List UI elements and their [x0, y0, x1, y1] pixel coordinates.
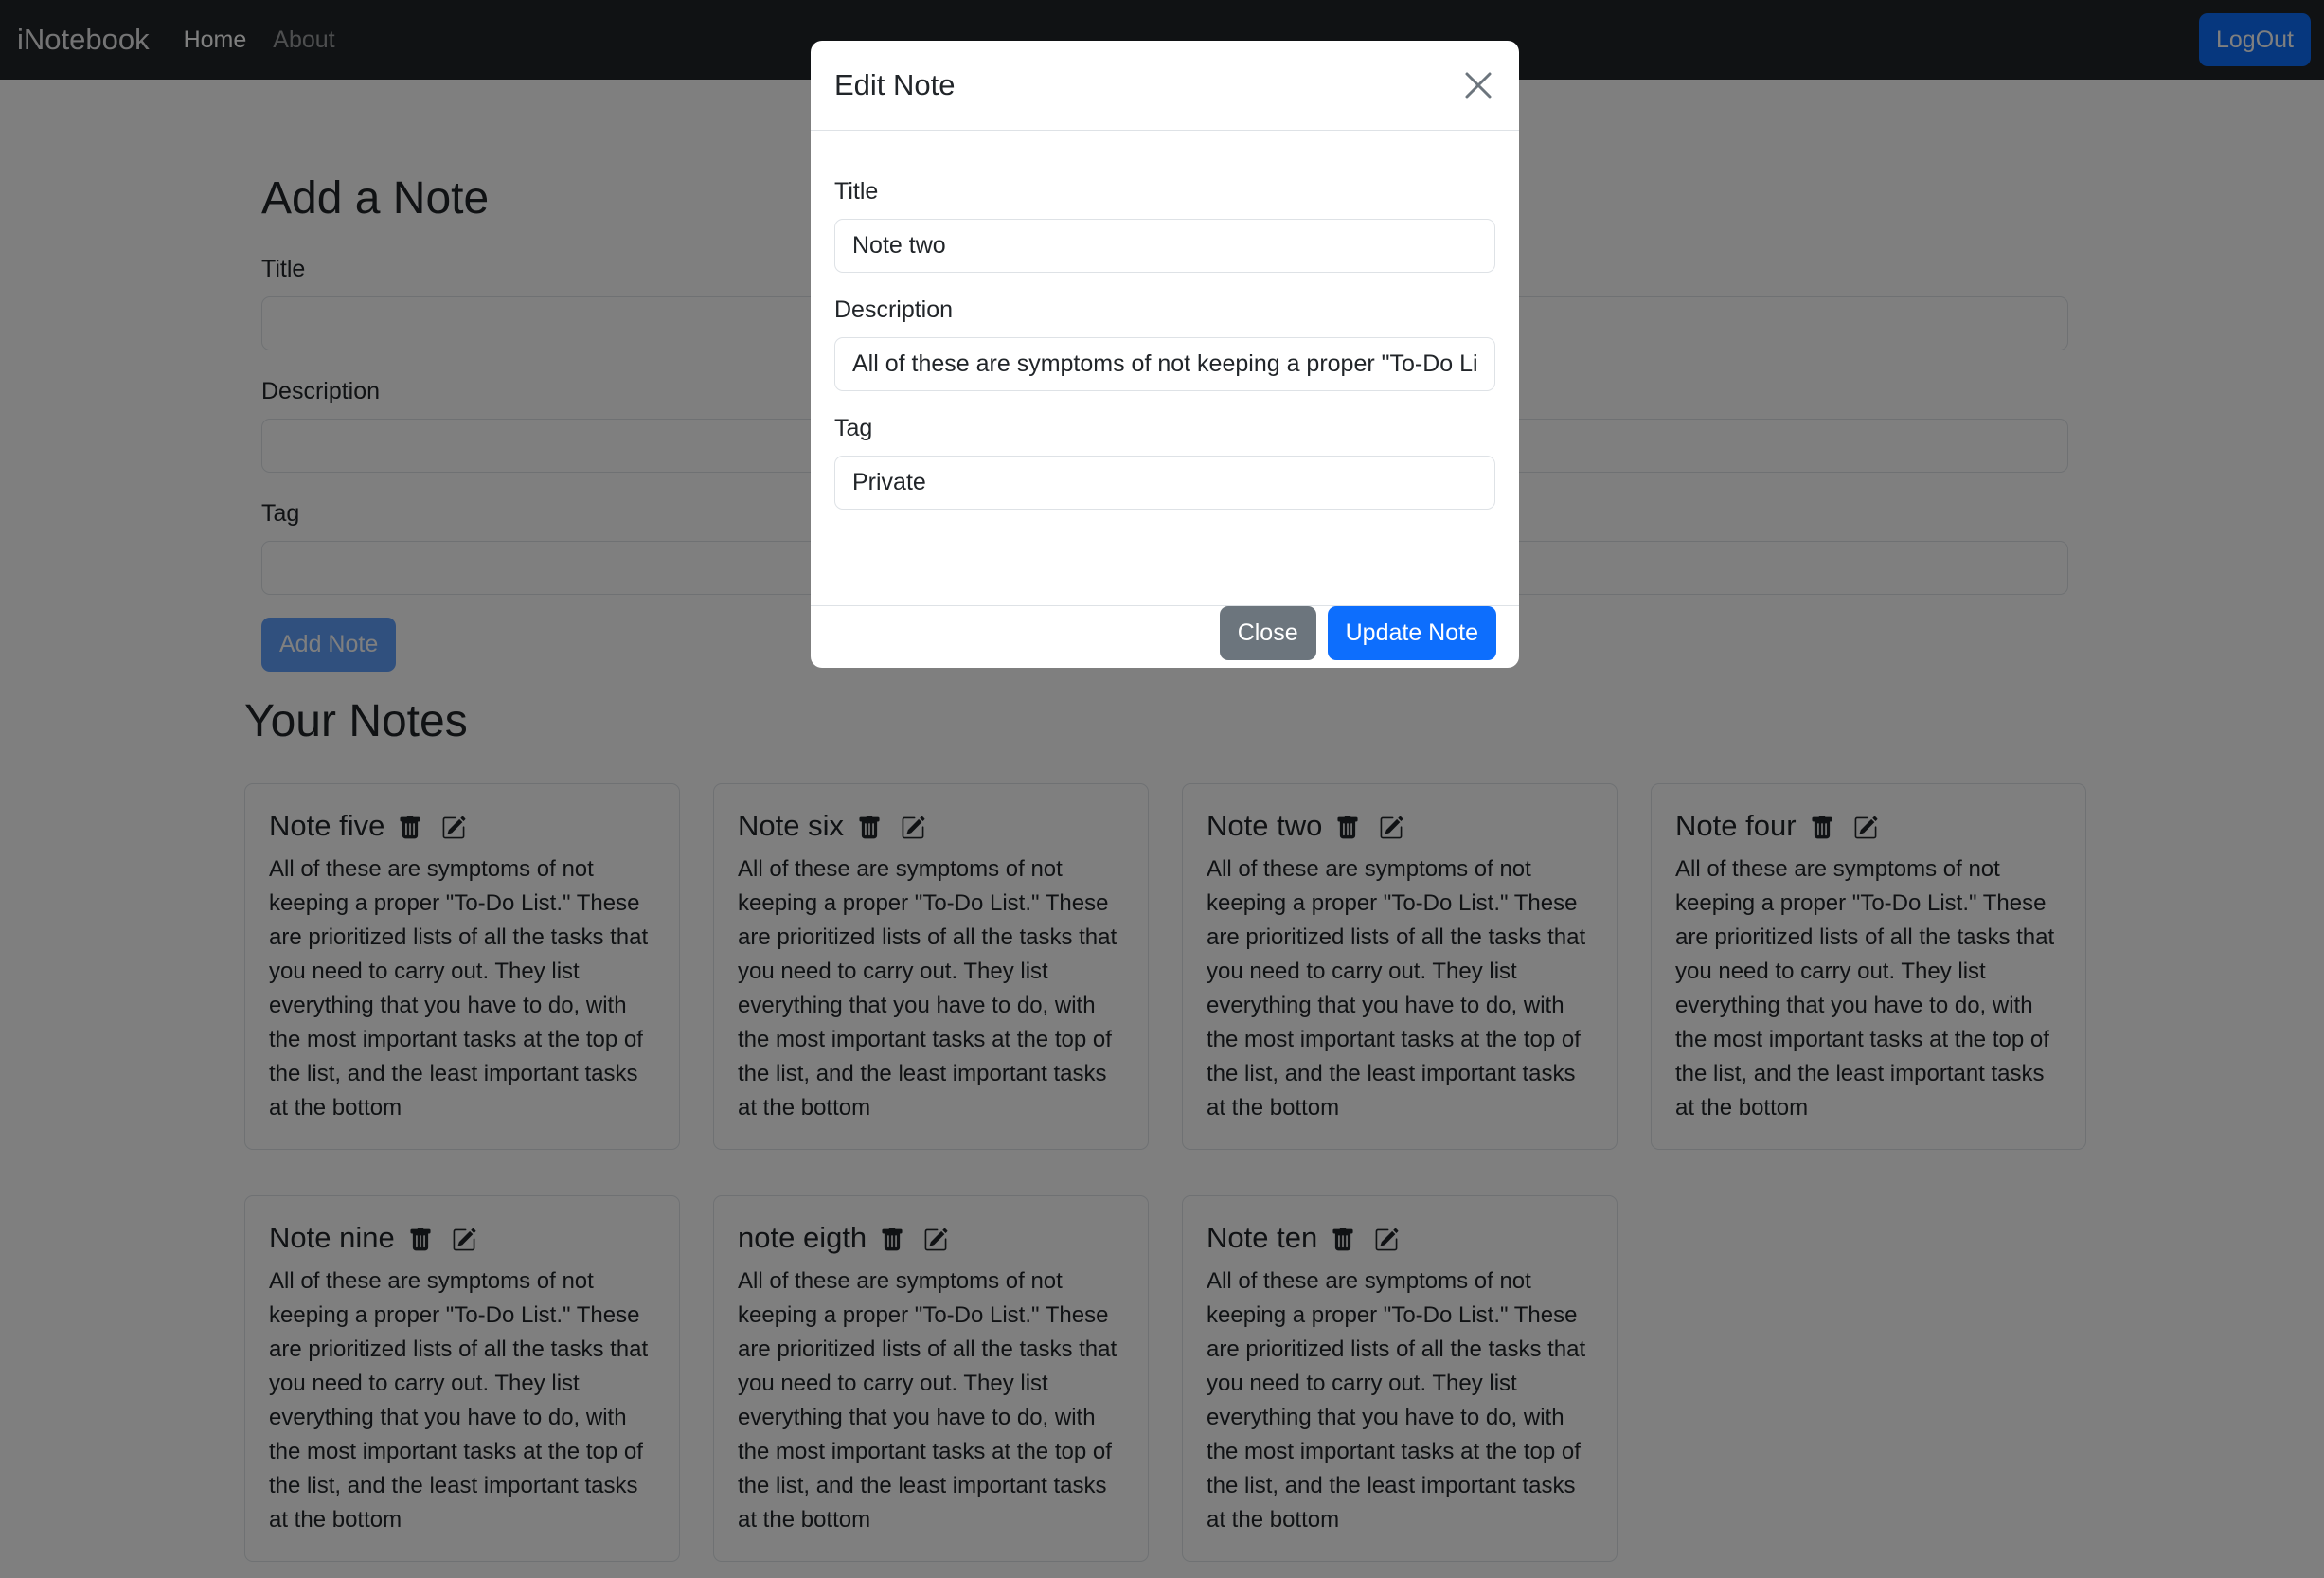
page: iNotebook Home About LogOut Add a Note T…: [0, 0, 2324, 1578]
modal-title-input[interactable]: [834, 219, 1495, 273]
modal-body: Title Description Tag: [811, 131, 1519, 606]
close-icon[interactable]: [1461, 68, 1495, 102]
modal-description-label: Description: [834, 296, 954, 323]
modal-tag-input[interactable]: [834, 456, 1495, 510]
modal-tag-label: Tag: [834, 415, 873, 441]
update-note-button[interactable]: Update Note: [1327, 606, 1496, 660]
close-button[interactable]: Close: [1219, 606, 1316, 660]
modal-description-input[interactable]: [834, 337, 1495, 391]
edit-note-modal: Edit Note Title Description Tag Close Up…: [811, 41, 1519, 668]
modal-title-label: Title: [834, 178, 879, 205]
modal-footer: Close Update Note: [811, 606, 1519, 668]
modal-header: Edit Note: [811, 41, 1519, 131]
modal-title: Edit Note: [834, 68, 956, 101]
